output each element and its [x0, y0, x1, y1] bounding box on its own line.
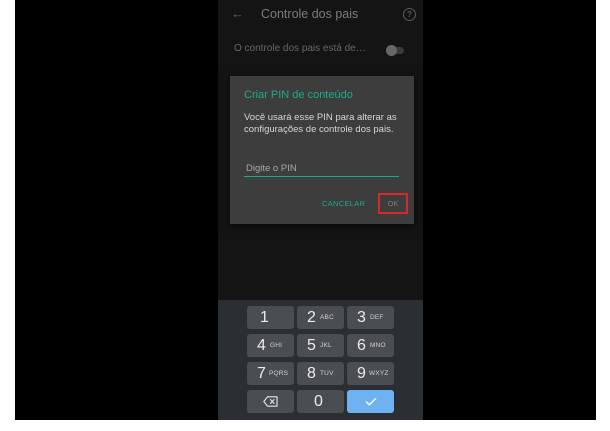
- key-digit: 9: [357, 365, 366, 382]
- key-letters: GHI: [270, 342, 283, 349]
- key-9[interactable]: 9 WXYZ: [347, 362, 394, 385]
- key-digit: 5: [307, 337, 316, 354]
- key-2[interactable]: 2 ABC: [297, 306, 344, 329]
- key-8[interactable]: 8 TUV: [297, 362, 344, 385]
- key-digit: 6: [357, 337, 366, 354]
- backspace-icon: [247, 390, 294, 413]
- checkmark-icon: [347, 390, 394, 413]
- key-7[interactable]: 7 PQRS: [247, 362, 294, 385]
- enter-key[interactable]: [347, 390, 394, 413]
- key-letters: TUV: [320, 370, 334, 377]
- key-5[interactable]: 5 JKL: [297, 334, 344, 357]
- key-letters: JKL: [320, 342, 332, 349]
- ok-button[interactable]: OK: [378, 193, 408, 214]
- cancel-button[interactable]: CANCELAR: [322, 199, 365, 208]
- key-1[interactable]: 1: [247, 306, 294, 329]
- dialog-message: Você usará esse PIN para alterar as conf…: [244, 112, 397, 135]
- key-digit: 7: [257, 365, 266, 382]
- key-letters: WXYZ: [369, 370, 389, 377]
- key-3[interactable]: 3 DEF: [347, 306, 394, 329]
- dialog-title: Criar PIN de conteúdo: [244, 89, 353, 101]
- key-letters: PQRS: [269, 370, 289, 377]
- key-digit: 3: [357, 309, 366, 326]
- pin-input[interactable]: [244, 160, 399, 177]
- backspace-key[interactable]: [247, 390, 294, 413]
- create-pin-dialog: Criar PIN de conteúdo Você usará esse PI…: [230, 76, 414, 224]
- key-letters: DEF: [370, 314, 384, 321]
- key-4[interactable]: 4 GHI: [247, 334, 294, 357]
- key-letters: MNO: [370, 342, 386, 349]
- phone-screen: ← Controle dos pais ? O controle dos pai…: [218, 0, 423, 420]
- key-digit: 1: [260, 309, 269, 326]
- key-digit: 8: [307, 365, 316, 382]
- key-letters: ABC: [320, 314, 334, 321]
- numeric-keypad: 1 2 ABC 3 DEF 4 GHI 5 JKL 6 MNO 7 PQRS 8…: [218, 300, 423, 420]
- key-digit: 0: [314, 393, 323, 410]
- key-0[interactable]: 0: [297, 390, 344, 413]
- key-digit: 4: [257, 337, 266, 354]
- screenshot-frame: ← Controle dos pais ? O controle dos pai…: [15, 0, 596, 420]
- key-6[interactable]: 6 MNO: [347, 334, 394, 357]
- key-digit: 2: [307, 309, 316, 326]
